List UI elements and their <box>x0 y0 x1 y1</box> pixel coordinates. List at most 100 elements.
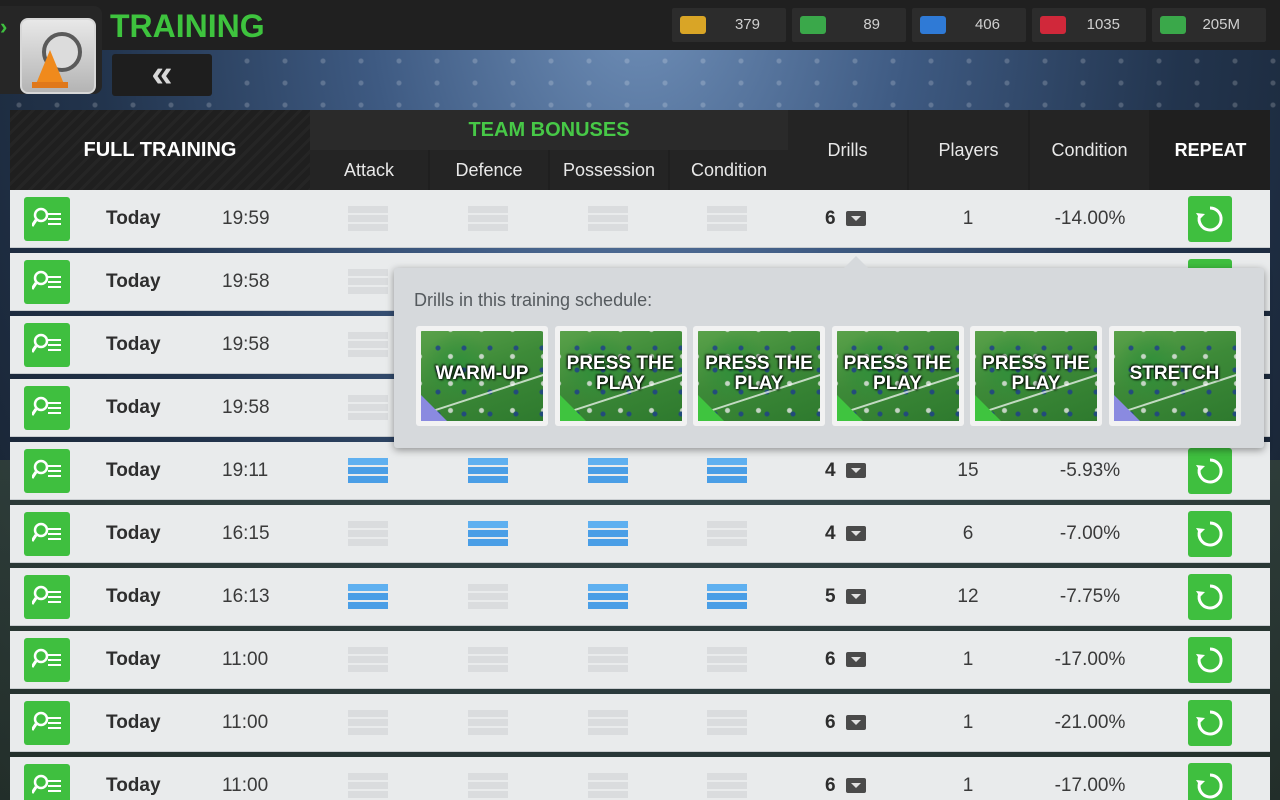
search-list-icon <box>32 270 61 290</box>
drill-card[interactable]: WARM-UP <box>416 326 548 426</box>
full-training-heading: FULL TRAINING <box>10 110 310 190</box>
currency-energy[interactable]: 406 <box>912 8 1026 42</box>
row-condition: -14.00% <box>1054 208 1126 229</box>
search-list-icon <box>32 396 61 416</box>
drills-dropdown-icon[interactable] <box>846 463 866 478</box>
bonus-indicator <box>588 584 628 610</box>
row-players: 1 <box>962 712 974 733</box>
bonus-indicator <box>468 584 508 610</box>
drill-card[interactable]: PRESS THE PLAY <box>970 326 1102 426</box>
view-details-button[interactable] <box>24 449 70 493</box>
currency-cash[interactable]: 89 <box>792 8 906 42</box>
row-time: 16:15 <box>222 523 270 544</box>
drills-dropdown-icon[interactable] <box>846 526 866 541</box>
drills-dropdown-icon[interactable] <box>846 778 866 793</box>
bonus-indicator <box>588 647 628 673</box>
cash-icon <box>800 16 826 34</box>
row-condition: -21.00% <box>1054 712 1126 733</box>
drill-label: WARM-UP <box>435 363 529 384</box>
drill-type-corner <box>1113 395 1140 421</box>
cone-icon <box>36 50 64 84</box>
currency-money[interactable]: 205M <box>1152 8 1266 42</box>
money-icon <box>1160 16 1186 34</box>
back-button[interactable]: « <box>112 54 212 96</box>
bonus-indicator <box>707 773 747 799</box>
bonus-indicator <box>348 332 388 358</box>
drills-dropdown-icon[interactable] <box>846 652 866 667</box>
drill-card[interactable]: STRETCH <box>1108 326 1241 426</box>
repeat-button[interactable] <box>1188 637 1232 683</box>
row-condition: -7.75% <box>1059 586 1121 607</box>
row-day: Today <box>106 712 161 733</box>
table-row: Today 11:00 6 1 -21.00% <box>10 694 1270 752</box>
view-details-button[interactable] <box>24 575 70 619</box>
bonus-indicator <box>707 584 747 610</box>
repeat-icon <box>1196 710 1223 736</box>
currency-medical[interactable]: 1035 <box>1032 8 1146 42</box>
bonus-indicator <box>707 710 747 736</box>
bonus-indicator <box>348 458 388 484</box>
drill-label: PRESS THE PLAY <box>705 353 813 394</box>
col-attack: Attack <box>310 150 428 190</box>
training-cone-stopwatch-icon <box>20 18 96 94</box>
bonus-indicator <box>588 521 628 547</box>
repeat-button[interactable] <box>1188 700 1232 746</box>
drill-type-corner <box>836 395 863 421</box>
row-condition: -7.00% <box>1059 523 1121 544</box>
view-details-button[interactable] <box>24 701 70 745</box>
table-row: Today 19:59 6 1 -14.00% <box>10 190 1270 248</box>
row-day: Today <box>106 523 161 544</box>
row-day: Today <box>106 775 161 796</box>
repeat-icon <box>1196 773 1223 799</box>
repeat-icon <box>1196 647 1223 673</box>
currency-value: 89 <box>863 16 880 33</box>
col-possession: Possession <box>550 150 668 190</box>
drill-card[interactable]: PRESS THE PLAY <box>693 326 825 426</box>
bonus-indicator <box>707 521 747 547</box>
bonus-indicator <box>707 647 747 673</box>
row-time: 19:59 <box>222 208 270 229</box>
side-menu-arrow-icon[interactable]: › <box>0 14 16 94</box>
row-time: 11:00 <box>222 775 269 796</box>
repeat-button[interactable] <box>1188 763 1232 800</box>
view-details-button[interactable] <box>24 386 70 430</box>
view-details-button[interactable] <box>24 197 70 241</box>
row-drills-count: 6 <box>825 649 836 670</box>
col-defence: Defence <box>430 150 548 190</box>
row-day: Today <box>106 460 161 481</box>
row-day: Today <box>106 586 161 607</box>
bonus-indicator <box>348 584 388 610</box>
view-details-button[interactable] <box>24 260 70 304</box>
energy-icon <box>920 16 946 34</box>
view-details-button[interactable] <box>24 512 70 556</box>
currency-token[interactable]: 379 <box>672 8 786 42</box>
popup-caret <box>844 256 868 268</box>
currency-value: 1035 <box>1086 16 1120 33</box>
repeat-button[interactable] <box>1188 511 1232 557</box>
table-row: Today 11:00 6 1 -17.00% <box>10 631 1270 689</box>
col-drills: Drills <box>788 110 907 190</box>
row-time: 19:58 <box>222 271 270 292</box>
row-time: 11:00 <box>222 649 269 670</box>
table-row: Today 16:15 4 6 -7.00% <box>10 505 1270 563</box>
drill-card[interactable]: PRESS THE PLAY <box>831 326 964 426</box>
drills-dropdown-icon[interactable] <box>846 589 866 604</box>
bonus-indicator <box>348 710 388 736</box>
drill-card[interactable]: PRESS THE PLAY <box>554 326 687 426</box>
row-players: 6 <box>962 523 974 544</box>
col-bonus-condition: Condition <box>670 150 788 190</box>
drills-dropdown-icon[interactable] <box>846 715 866 730</box>
drills-dropdown-icon[interactable] <box>846 211 866 226</box>
repeat-button[interactable] <box>1188 448 1232 494</box>
view-details-button[interactable] <box>24 323 70 367</box>
view-details-button[interactable] <box>24 764 70 800</box>
row-condition: -17.00% <box>1054 775 1126 796</box>
view-details-button[interactable] <box>24 638 70 682</box>
bonus-indicator <box>348 647 388 673</box>
repeat-button[interactable] <box>1188 574 1232 620</box>
row-time: 19:58 <box>222 397 270 418</box>
bonus-indicator <box>588 458 628 484</box>
repeat-button[interactable] <box>1188 196 1232 242</box>
row-drills-count: 6 <box>825 712 836 733</box>
row-drills-count: 6 <box>825 208 836 229</box>
